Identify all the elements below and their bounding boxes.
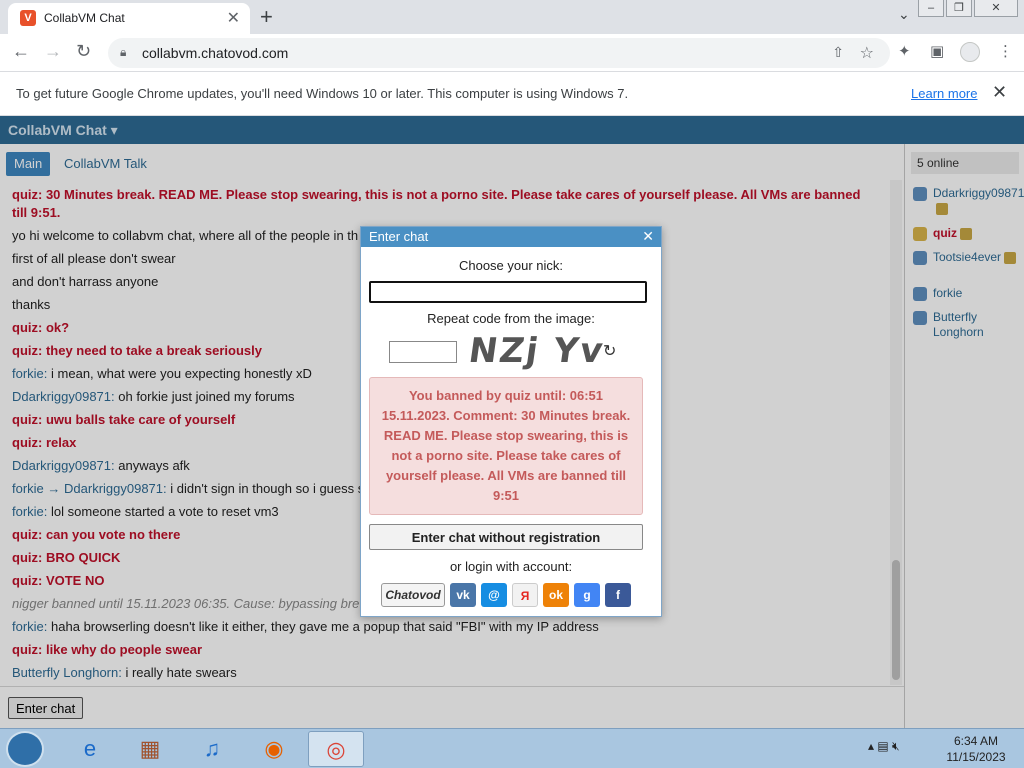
- infobar-message: To get future Google Chrome updates, you…: [16, 86, 629, 101]
- or-login-label: or login with account:: [449, 559, 573, 574]
- browser-tabstrip: V CollabVM Chat ✕ + ⌄ – ❐ ✕: [0, 0, 1024, 34]
- tab-title: CollabVM Chat: [44, 11, 125, 25]
- update-infobar: To get future Google Chrome updates, you…: [0, 72, 1024, 116]
- file-explorer-icon[interactable]: ▦: [122, 731, 178, 767]
- window-controls: – ❐ ✕: [916, 0, 1018, 18]
- media-player-icon[interactable]: ♫: [184, 731, 240, 767]
- browser-toolbar: ← → ↻ 🔒︎ collabvm.chatovod.com ⇧ ☆ ✦ ▣ ⋮: [0, 34, 1024, 72]
- infobar-close-icon[interactable]: ✕: [992, 82, 1007, 103]
- tab-search-chevron-icon[interactable]: ⌄: [898, 6, 910, 23]
- tab-close-icon[interactable]: ✕: [227, 8, 240, 28]
- start-button-icon[interactable]: [6, 731, 44, 767]
- clock-time: 6:34 AM: [953, 734, 999, 748]
- chatovod-login-button[interactable]: Chatovod: [381, 583, 445, 607]
- menu-kebab-icon[interactable]: ⋮: [998, 42, 1013, 60]
- back-icon[interactable]: ←: [12, 41, 30, 62]
- minimize-icon[interactable]: –: [918, 0, 944, 17]
- url-text[interactable]: collabvm.chatovod.com: [142, 45, 288, 61]
- bookmark-star-icon[interactable]: ☆: [860, 43, 874, 63]
- profile-avatar[interactable]: [960, 42, 980, 62]
- lock-icon[interactable]: 🔒︎: [120, 45, 126, 60]
- taskbar-clock[interactable]: 6:34 AM 11/15/2023: [936, 733, 1016, 765]
- odnoklassniki-login-icon[interactable]: ok: [543, 583, 569, 607]
- windows-taskbar: e ▦ ♫ ◉ ◎ ▴ ▤ 🔇︎ 6:34 AM 11/15/2023: [0, 728, 1024, 768]
- captcha-label: Repeat code from the image:: [427, 311, 595, 326]
- address-bar[interactable]: 🔒︎ collabvm.chatovod.com ⇧ ☆: [108, 38, 890, 68]
- forward-icon[interactable]: →: [44, 41, 62, 62]
- new-tab-icon[interactable]: +: [260, 4, 273, 30]
- google-login-icon[interactable]: g: [574, 583, 600, 607]
- dialog-close-icon[interactable]: ✕: [642, 228, 654, 245]
- enter-chat-dialog: Enter chat ✕ Choose your nick: Repeat co…: [360, 226, 662, 617]
- nick-label: Choose your nick:: [458, 258, 564, 273]
- restore-icon[interactable]: ❐: [946, 0, 972, 17]
- facebook-login-icon[interactable]: f: [605, 583, 631, 607]
- nick-input[interactable]: [369, 281, 647, 303]
- vk-login-icon[interactable]: vk: [450, 583, 476, 607]
- internet-explorer-icon[interactable]: e: [62, 731, 118, 767]
- chrome-icon[interactable]: ◎: [308, 731, 364, 767]
- extensions-puzzle-icon[interactable]: ✦: [898, 42, 911, 60]
- yandex-login-icon[interactable]: Я: [512, 583, 538, 607]
- dialog-header: Enter chat ✕: [361, 227, 661, 247]
- captcha-input[interactable]: [389, 341, 457, 363]
- social-login-buttons: Chatovod vk @ Я ok g f: [381, 583, 631, 607]
- refresh-captcha-icon[interactable]: ↻: [603, 341, 616, 361]
- clock-date: 11/15/2023: [946, 750, 1006, 764]
- firefox-icon[interactable]: ◉: [246, 731, 302, 767]
- reload-icon[interactable]: ↻: [76, 41, 91, 62]
- system-tray-icons[interactable]: ▴ ▤ 🔇︎: [868, 739, 900, 754]
- dialog-title: Enter chat: [369, 229, 429, 244]
- captcha-image: NZj Yv: [466, 331, 608, 371]
- window-close-icon[interactable]: ✕: [974, 0, 1018, 17]
- enter-without-registration-button[interactable]: Enter chat without registration: [369, 524, 643, 550]
- mailru-login-icon[interactable]: @: [481, 583, 507, 607]
- share-icon[interactable]: ⇧: [832, 44, 844, 61]
- side-panel-icon[interactable]: ▣: [930, 42, 944, 60]
- ban-notice: You banned by quiz until: 06:51 15.11.20…: [369, 377, 643, 515]
- browser-tab[interactable]: V CollabVM Chat ✕: [8, 3, 250, 34]
- learn-more-link[interactable]: Learn more: [911, 86, 977, 101]
- site-favicon-icon: V: [20, 10, 36, 26]
